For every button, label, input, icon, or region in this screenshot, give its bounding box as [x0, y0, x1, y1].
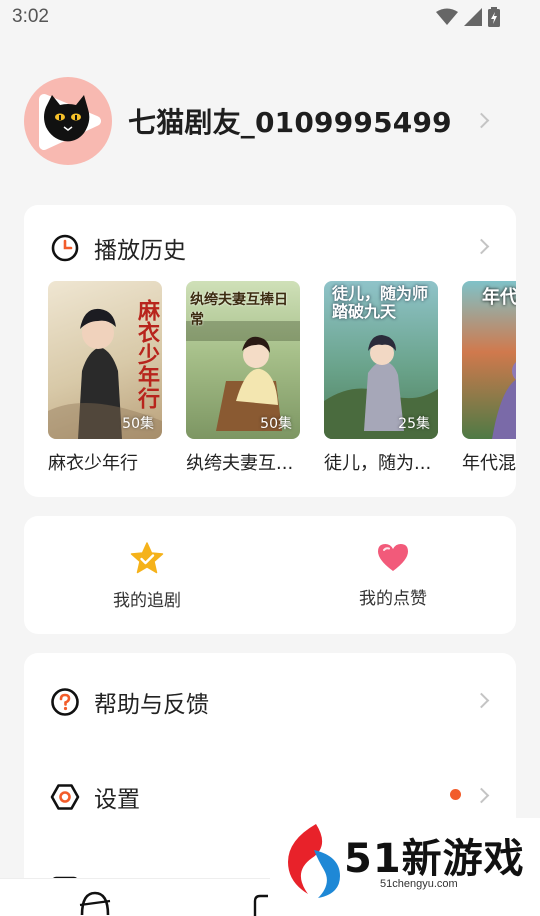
watermark-text: 51新游戏: [344, 836, 525, 882]
star-icon: [130, 542, 164, 574]
cat-logo-icon: [39, 94, 101, 150]
chevron-right-icon: [473, 787, 490, 804]
history-item-title: 年代混: [462, 453, 516, 474]
poster-cover-text: 徒儿，随为师踏破九天: [332, 284, 429, 321]
history-item[interactable]: 纨绔夫妻互捧日常 50集 纨绔夫妻互...: [186, 281, 300, 475]
help-icon: [51, 688, 79, 716]
episode-count: 25集: [398, 416, 430, 432]
menu-item-label: 帮助与反馈: [94, 692, 209, 718]
notification-dot: [450, 789, 461, 800]
wifi-icon: [436, 8, 458, 25]
poster-cover[interactable]: 麻衣少年行 50集: [48, 281, 162, 439]
shortcuts-card: 我的追剧 我的点赞: [24, 516, 516, 634]
history-title: 播放历史: [94, 238, 186, 264]
poster-cover-text: 麻衣少年行: [134, 299, 160, 409]
history-item[interactable]: 年代 年代混: [462, 281, 516, 475]
poster-cover[interactable]: 年代: [462, 281, 516, 439]
signal-icon: [464, 8, 482, 26]
poster-cover[interactable]: 纨绔夫妻互捧日常 50集: [186, 281, 300, 439]
history-item-title: 麻衣少年行: [48, 453, 138, 474]
menu-item-help[interactable]: 帮助与反馈: [50, 685, 209, 719]
watermark-logo-icon: [288, 824, 340, 898]
shortcut-label: 我的追剧: [113, 591, 181, 611]
poster-cover[interactable]: 徒儿，随为师踏破九天 25集: [324, 281, 438, 439]
tab-icon[interactable]: [252, 893, 268, 916]
history-item[interactable]: 麻衣少年行 50集 麻衣少年行: [48, 281, 162, 475]
settings-icon: [50, 784, 80, 810]
chevron-right-icon: [473, 112, 490, 129]
status-time: 3:02: [12, 6, 49, 27]
profile-header[interactable]: 七猫剧友_0109995499: [24, 76, 516, 166]
theater-tab-icon[interactable]: [78, 887, 112, 916]
poster-cover-text: 年代: [482, 287, 516, 308]
history-item-title: 徒儿，随为...: [324, 453, 432, 474]
status-icons: [436, 7, 500, 27]
episode-count: 50集: [260, 416, 292, 432]
shortcut-following[interactable]: 我的追剧: [24, 516, 270, 634]
battery-icon: [488, 7, 500, 27]
menu-item-label: 设置: [94, 787, 140, 813]
status-bar: 3:02: [0, 0, 540, 36]
chevron-right-icon: [473, 692, 490, 709]
history-item[interactable]: 徒儿，随为师踏破九天 25集 徒儿，随为...: [324, 281, 438, 475]
shortcut-likes[interactable]: 我的点赞: [270, 516, 516, 634]
avatar[interactable]: [24, 77, 112, 165]
history-list: 麻衣少年行 50集 麻衣少年行 纨绔夫妻互捧日常 50集 纨绔夫妻互... 徒儿…: [48, 281, 516, 475]
heart-icon: [378, 544, 408, 571]
shortcut-label: 我的点赞: [359, 589, 427, 609]
history-card: 播放历史 麻衣少年行 50集 麻衣少年行 纨绔夫妻互捧日常 50集 纨绔夫妻互.…: [24, 205, 516, 497]
clock-icon: [51, 234, 79, 262]
watermark: 51新游戏 51chengyu.com: [270, 818, 540, 916]
episode-count: 50集: [122, 416, 154, 432]
chevron-right-icon[interactable]: [473, 238, 490, 255]
history-item-title: 纨绔夫妻互...: [186, 453, 294, 474]
username: 七猫剧友_0109995499: [128, 106, 452, 139]
poster-cover-text: 纨绔夫妻互捧日常: [190, 292, 288, 328]
watermark-url: 51chengyu.com: [380, 878, 458, 890]
history-header[interactable]: 播放历史: [50, 231, 186, 265]
menu-item-settings[interactable]: 设置: [50, 780, 140, 814]
